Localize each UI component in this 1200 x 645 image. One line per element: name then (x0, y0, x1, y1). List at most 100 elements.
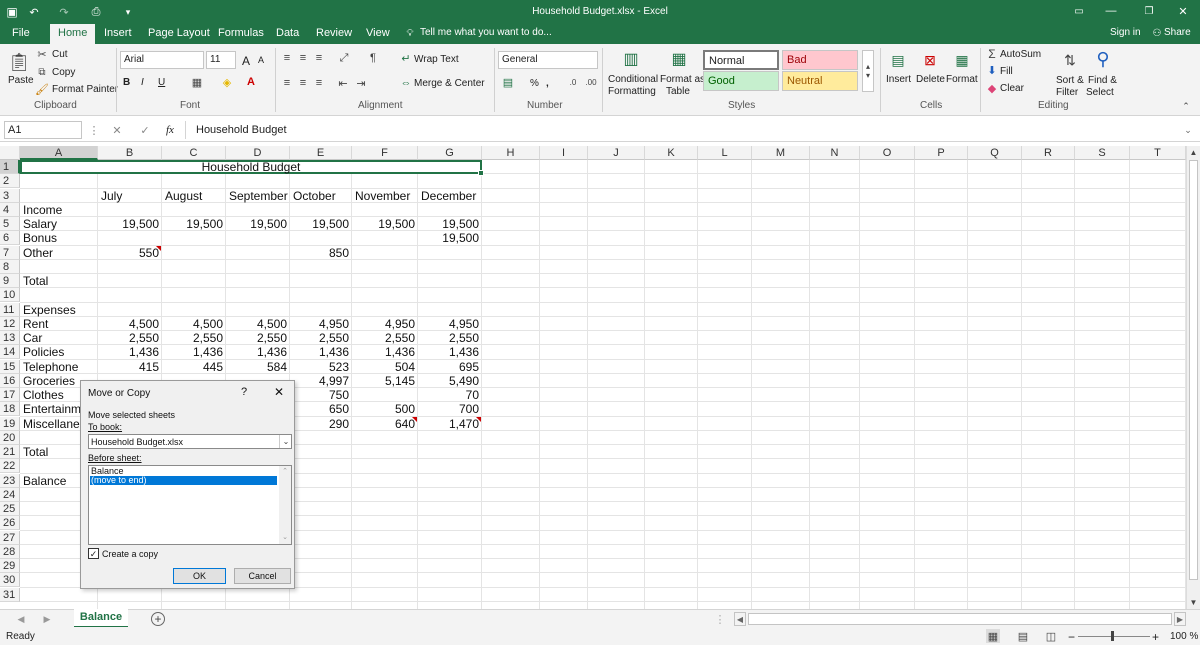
page-layout-view-icon[interactable]: ▤ (1016, 629, 1030, 643)
horizontal-scrollbar[interactable] (748, 613, 1172, 625)
comment-indicator-icon[interactable] (476, 416, 481, 422)
orientation-icon[interactable]: ⤢ (336, 52, 352, 64)
prev-sheet-icon[interactable]: ◀ (14, 612, 28, 626)
column-header-j[interactable]: J (588, 146, 645, 160)
column-header-q[interactable]: Q (968, 146, 1022, 160)
sort-filter-button[interactable]: Sort & (1056, 75, 1084, 86)
align-left-icon[interactable]: ≡ (280, 77, 294, 89)
column-header-k[interactable]: K (645, 146, 698, 160)
zoom-out-button[interactable]: − (1068, 630, 1075, 644)
scroll-up-icon[interactable]: ▲ (1187, 146, 1200, 158)
row-label-cell[interactable]: Other (23, 246, 95, 260)
value-cell[interactable]: 550 (101, 246, 159, 260)
column-header-f[interactable]: F (352, 146, 418, 160)
collapse-ribbon-icon[interactable]: ⌃ (1180, 100, 1192, 112)
value-cell[interactable]: 4,500 (165, 317, 223, 331)
row-header-24[interactable]: 24 (0, 487, 20, 502)
paste-button[interactable]: Paste (8, 75, 34, 86)
row-header-8[interactable]: 8 (0, 259, 20, 274)
value-cell[interactable]: 19,500 (165, 217, 223, 231)
shrink-font-button[interactable]: A (258, 55, 264, 65)
value-cell[interactable]: 2,550 (421, 331, 479, 345)
row-header-26[interactable]: 26 (0, 516, 20, 531)
align-center-icon[interactable]: ≡ (296, 77, 310, 89)
styles-scroll-icon[interactable]: ▴ ▾ (862, 50, 874, 92)
chevron-down-icon[interactable]: ⌄ (279, 435, 292, 448)
decrease-indent-icon[interactable]: ⇤ (336, 77, 350, 90)
align-top-icon[interactable]: ≡ (280, 52, 294, 64)
vertical-scrollbar[interactable]: ▲ ▼ (1186, 146, 1200, 609)
value-cell[interactable]: 19,500 (293, 217, 349, 231)
font-name-select[interactable]: Arial (120, 51, 204, 69)
row-header-30[interactable]: 30 (0, 573, 20, 588)
row-label-cell[interactable]: Total (23, 274, 95, 288)
chevron-up-icon[interactable]: ⌃ (279, 466, 291, 476)
column-header-n[interactable]: N (810, 146, 860, 160)
row-header-9[interactable]: 9 (0, 274, 20, 288)
column-header-a[interactable]: A (20, 146, 98, 160)
before-sheet-list[interactable]: Balance (move to end) ⌃ ⌄ (88, 465, 292, 545)
column-header-o[interactable]: O (860, 146, 915, 160)
value-cell[interactable]: 2,550 (165, 331, 223, 345)
row-header-2[interactable]: 2 (0, 174, 20, 189)
align-bottom-icon[interactable]: ≡ (312, 52, 326, 64)
chevron-down-icon[interactable]: ⌄ (279, 532, 291, 542)
minimize-icon[interactable]: — (1104, 4, 1118, 18)
sort-filter-button-line2[interactable]: Filter (1056, 87, 1078, 98)
row-label-cell[interactable]: Policies (23, 345, 95, 359)
value-cell[interactable]: 700 (421, 402, 479, 416)
tab-file[interactable]: File (12, 27, 30, 39)
grow-font-button[interactable]: A (242, 54, 250, 68)
row-header-16[interactable]: 16 (0, 373, 20, 388)
number-format-select[interactable]: General (498, 51, 598, 69)
sheet-tab-balance[interactable]: Balance (74, 609, 128, 628)
row-header-23[interactable]: 23 (0, 473, 20, 488)
row-header-13[interactable]: 13 (0, 331, 20, 345)
style-neutral[interactable]: Neutral (782, 71, 858, 91)
row-header-6[interactable]: 6 (0, 231, 20, 246)
select-all-corner[interactable] (0, 146, 20, 160)
row-header-20[interactable]: 20 (0, 430, 20, 445)
format-as-table-button-line2[interactable]: Table (666, 86, 690, 97)
value-cell[interactable]: 2,550 (229, 331, 287, 345)
month-header-cell[interactable]: November (355, 189, 415, 203)
month-header-cell[interactable]: December (421, 189, 479, 203)
value-cell[interactable]: 1,436 (355, 345, 415, 359)
paragraph-icon[interactable]: ¶ (366, 52, 380, 64)
row-label-cell[interactable]: Rent (23, 317, 95, 331)
column-header-c[interactable]: C (162, 146, 226, 160)
row-header-1[interactable]: 1 (0, 160, 20, 174)
row-header-7[interactable]: 7 (0, 245, 20, 260)
row-header-15[interactable]: 15 (0, 359, 20, 374)
value-cell[interactable]: 2,550 (355, 331, 415, 345)
zoom-slider-thumb[interactable] (1111, 631, 1114, 641)
value-cell[interactable]: 290 (293, 417, 349, 431)
column-header-i[interactable]: I (540, 146, 588, 160)
column-header-s[interactable]: S (1075, 146, 1130, 160)
row-header-11[interactable]: 11 (0, 302, 20, 317)
conditional-formatting-button[interactable]: Conditional (608, 74, 658, 85)
row-header-5[interactable]: 5 (0, 217, 20, 231)
row-header-17[interactable]: 17 (0, 388, 20, 402)
sign-in-link[interactable]: Sign in (1110, 27, 1141, 38)
font-color-icon[interactable]: A (244, 75, 258, 89)
value-cell[interactable]: 445 (165, 360, 223, 374)
font-size-select[interactable]: 11 (206, 51, 236, 69)
merge-center-button[interactable]: Merge & Center (414, 78, 485, 89)
column-header-h[interactable]: H (482, 146, 540, 160)
column-header-d[interactable]: D (226, 146, 290, 160)
name-box[interactable]: A1 (4, 121, 82, 139)
scroll-down-icon[interactable]: ▼ (1187, 596, 1200, 608)
tab-insert[interactable]: Insert (104, 27, 132, 39)
bold-button[interactable]: B (123, 77, 130, 88)
row-header-22[interactable]: 22 (0, 459, 20, 474)
month-header-cell[interactable]: July (101, 189, 159, 203)
tab-review[interactable]: Review (316, 27, 352, 39)
row-header-19[interactable]: 19 (0, 416, 20, 431)
increase-decimal-icon[interactable]: .0 (566, 76, 580, 89)
value-cell[interactable]: 640 (355, 417, 415, 431)
decrease-decimal-icon[interactable]: .00 (584, 76, 598, 89)
column-header-t[interactable]: T (1130, 146, 1186, 160)
value-cell[interactable]: 850 (293, 246, 349, 260)
row-label-cell[interactable]: Car (23, 331, 95, 345)
